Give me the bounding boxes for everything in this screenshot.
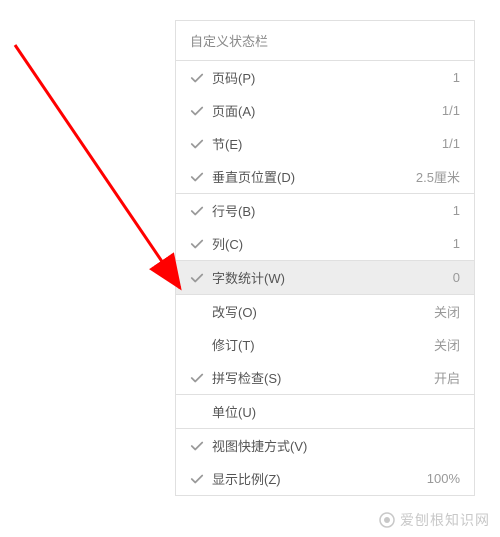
menu-item-label: 修订(T) — [208, 335, 400, 354]
menu-item-label: 行号(B) — [208, 201, 400, 220]
menu-item[interactable]: 列(C)1 — [176, 227, 474, 260]
check-icon — [186, 204, 208, 218]
menu-item[interactable]: 垂直页位置(D)2.5厘米 — [176, 160, 474, 193]
menu-item-value: 1/1 — [400, 103, 460, 118]
check-icon — [186, 170, 208, 184]
menu-item-label: 页面(A) — [208, 101, 400, 120]
menu-item-label: 显示比例(Z) — [208, 469, 400, 488]
menu-item[interactable]: 页码(P)1 — [176, 61, 474, 94]
menu-item-label: 拼写检查(S) — [208, 368, 400, 387]
watermark-text: 爱刨根知识网 — [400, 512, 490, 528]
menu-item-label: 单位(U) — [208, 402, 400, 421]
check-icon — [186, 137, 208, 151]
menu-item-label: 垂直页位置(D) — [208, 167, 400, 186]
menu-item[interactable]: 行号(B)1 — [176, 194, 474, 227]
menu-item[interactable]: 单位(U) — [176, 395, 474, 428]
menu-item-label: 页码(P) — [208, 68, 400, 87]
check-icon — [186, 472, 208, 486]
menu-item-value: 1/1 — [400, 136, 460, 151]
check-icon — [186, 371, 208, 385]
status-bar-customize-panel: 自定义状态栏 页码(P)1页面(A)1/1节(E)1/1垂直页位置(D)2.5厘… — [175, 20, 475, 496]
menu-item[interactable]: 拼写检查(S)开启 — [176, 361, 474, 394]
menu-item[interactable]: 页面(A)1/1 — [176, 94, 474, 127]
check-icon — [186, 271, 208, 285]
menu-item[interactable]: 修订(T)关闭 — [176, 328, 474, 361]
watermark-icon — [379, 512, 395, 531]
check-icon — [186, 237, 208, 251]
check-icon — [186, 439, 208, 453]
menu-item-value: 1 — [400, 70, 460, 85]
menu-item-value: 1 — [400, 203, 460, 218]
menu-item-label: 节(E) — [208, 134, 400, 153]
menu-item[interactable]: 显示比例(Z)100% — [176, 462, 474, 495]
menu-item-value: 1 — [400, 236, 460, 251]
menu-item-value: 关闭 — [400, 335, 460, 354]
check-icon — [186, 71, 208, 85]
menu-item-label: 改写(O) — [208, 302, 400, 321]
menu-item-value: 关闭 — [400, 302, 460, 321]
menu-item[interactable]: 视图快捷方式(V) — [176, 429, 474, 462]
menu-item[interactable]: 字数统计(W)0 — [176, 261, 474, 294]
menu-item-value: 2.5厘米 — [400, 167, 460, 186]
menu-item-value: 0 — [400, 270, 460, 285]
watermark: 爱刨根知识网 — [379, 510, 490, 531]
menu-item-label: 列(C) — [208, 234, 400, 253]
menu-item[interactable]: 节(E)1/1 — [176, 127, 474, 160]
panel-title: 自定义状态栏 — [176, 21, 474, 60]
menu-item-label: 视图快捷方式(V) — [208, 436, 400, 455]
annotation-arrow — [10, 40, 200, 300]
check-icon — [186, 104, 208, 118]
menu-item-label: 字数统计(W) — [208, 268, 400, 287]
menu-item-value: 100% — [400, 471, 460, 486]
menu-item[interactable]: 改写(O)关闭 — [176, 295, 474, 328]
menu-item-value: 开启 — [400, 368, 460, 387]
